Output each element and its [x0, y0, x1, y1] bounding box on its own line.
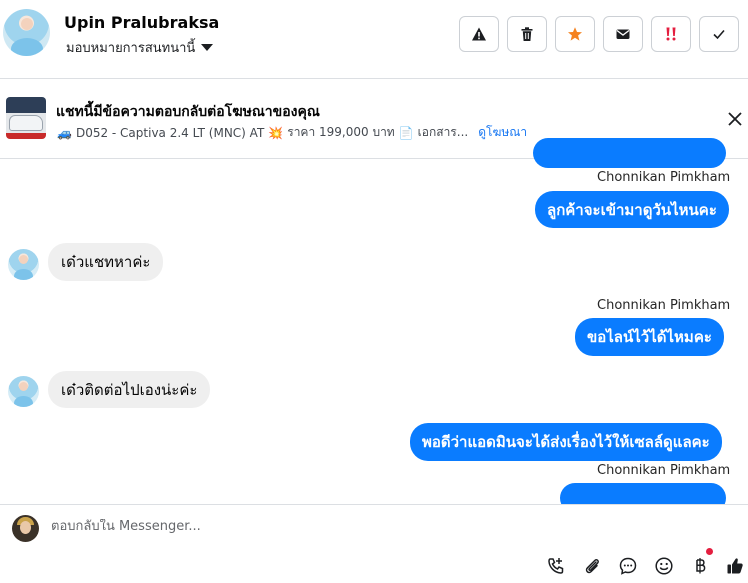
- close-icon[interactable]: [726, 110, 744, 128]
- payment-button[interactable]: [689, 555, 711, 577]
- mark-unread-button[interactable]: [603, 16, 643, 52]
- view-ad-link[interactable]: ดูโฆษณา: [478, 123, 527, 142]
- car-icon: 🚙: [57, 125, 72, 140]
- trash-icon: [521, 27, 533, 41]
- outgoing-message[interactable]: ลูกค้าจะเข้ามาดูวันไหนคะ: [535, 191, 729, 228]
- warning-icon: [472, 27, 486, 41]
- contact-name[interactable]: Upin Pralubraksa: [64, 13, 219, 32]
- paperclip-icon: [585, 559, 599, 574]
- assign-conversation-dropdown[interactable]: มอบหมายการสนทนานี้: [66, 37, 214, 58]
- emoji-icon: [655, 557, 673, 575]
- star-button[interactable]: [555, 16, 595, 52]
- caret-down-icon: [201, 44, 214, 51]
- conversation-actions: [459, 16, 739, 52]
- outgoing-message[interactable]: พอดีว่าแอดมินจะได้ส่งเรื่องไว้ให้เซลล์ดู…: [410, 423, 722, 461]
- call-add-icon: [548, 558, 564, 574]
- baht-payment-icon: [696, 558, 706, 574]
- attach-button[interactable]: [581, 555, 603, 577]
- outgoing-message[interactable]: ขอไลน์ไว้ได้ไหมคะ: [575, 318, 724, 356]
- ad-thumbnail[interactable]: [6, 97, 46, 139]
- ad-banner-title: แชทนี้มีข้อความตอบกลับต่อโฆษณาของคุณ: [56, 104, 320, 120]
- assign-label: มอบหมายการสนทนานี้: [66, 41, 196, 56]
- boom-icon: 💥: [268, 125, 284, 140]
- page-avatar: [12, 515, 39, 542]
- sender-name: Chonnikan Pimkham: [597, 463, 731, 478]
- call-button[interactable]: [545, 555, 567, 577]
- reply-composer: [0, 504, 748, 583]
- checkmark-icon: [713, 29, 725, 40]
- ad-price: ราคา 199,000 บาท: [287, 125, 395, 139]
- thumbs-up-icon: [727, 558, 743, 574]
- incoming-message[interactable]: เด๋วติดต่อไปเองน่ะค่ะ: [48, 371, 211, 408]
- reply-input[interactable]: [51, 519, 651, 534]
- conversation-header: Upin Pralubraksa มอบหมายการสนทนานี้: [0, 0, 748, 79]
- contact-avatar-small: [8, 376, 39, 407]
- ad-document: เอกสาร...: [417, 125, 469, 139]
- ad-banner-details: 🚙 D052 - Captiva 2.4 LT (MNC) AT 💥 ราคา …: [57, 123, 527, 142]
- incoming-message[interactable]: เด๋วแชทหาค่ะ: [48, 243, 164, 281]
- priority-button[interactable]: [651, 16, 691, 52]
- outgoing-message-partial[interactable]: [533, 138, 726, 168]
- delete-button[interactable]: [507, 16, 547, 52]
- star-icon: [568, 27, 582, 41]
- saved-reply-icon: [619, 557, 637, 575]
- report-spam-button[interactable]: [459, 16, 499, 52]
- saved-replies-button[interactable]: [617, 555, 639, 577]
- sender-name: Chonnikan Pimkham: [597, 170, 731, 185]
- notification-dot: [706, 548, 713, 555]
- ad-car-model: D052 - Captiva 2.4 LT (MNC) AT: [75, 125, 265, 140]
- like-button[interactable]: [724, 555, 746, 577]
- document-icon: 📄: [398, 125, 414, 140]
- emoji-button[interactable]: [653, 555, 675, 577]
- mark-done-button[interactable]: [699, 16, 739, 52]
- contact-avatar-small: [8, 249, 39, 280]
- contact-avatar[interactable]: [3, 9, 50, 56]
- exclamation-icon: [666, 27, 676, 41]
- envelope-icon: [616, 29, 630, 39]
- sender-name: Chonnikan Pimkham: [597, 298, 731, 313]
